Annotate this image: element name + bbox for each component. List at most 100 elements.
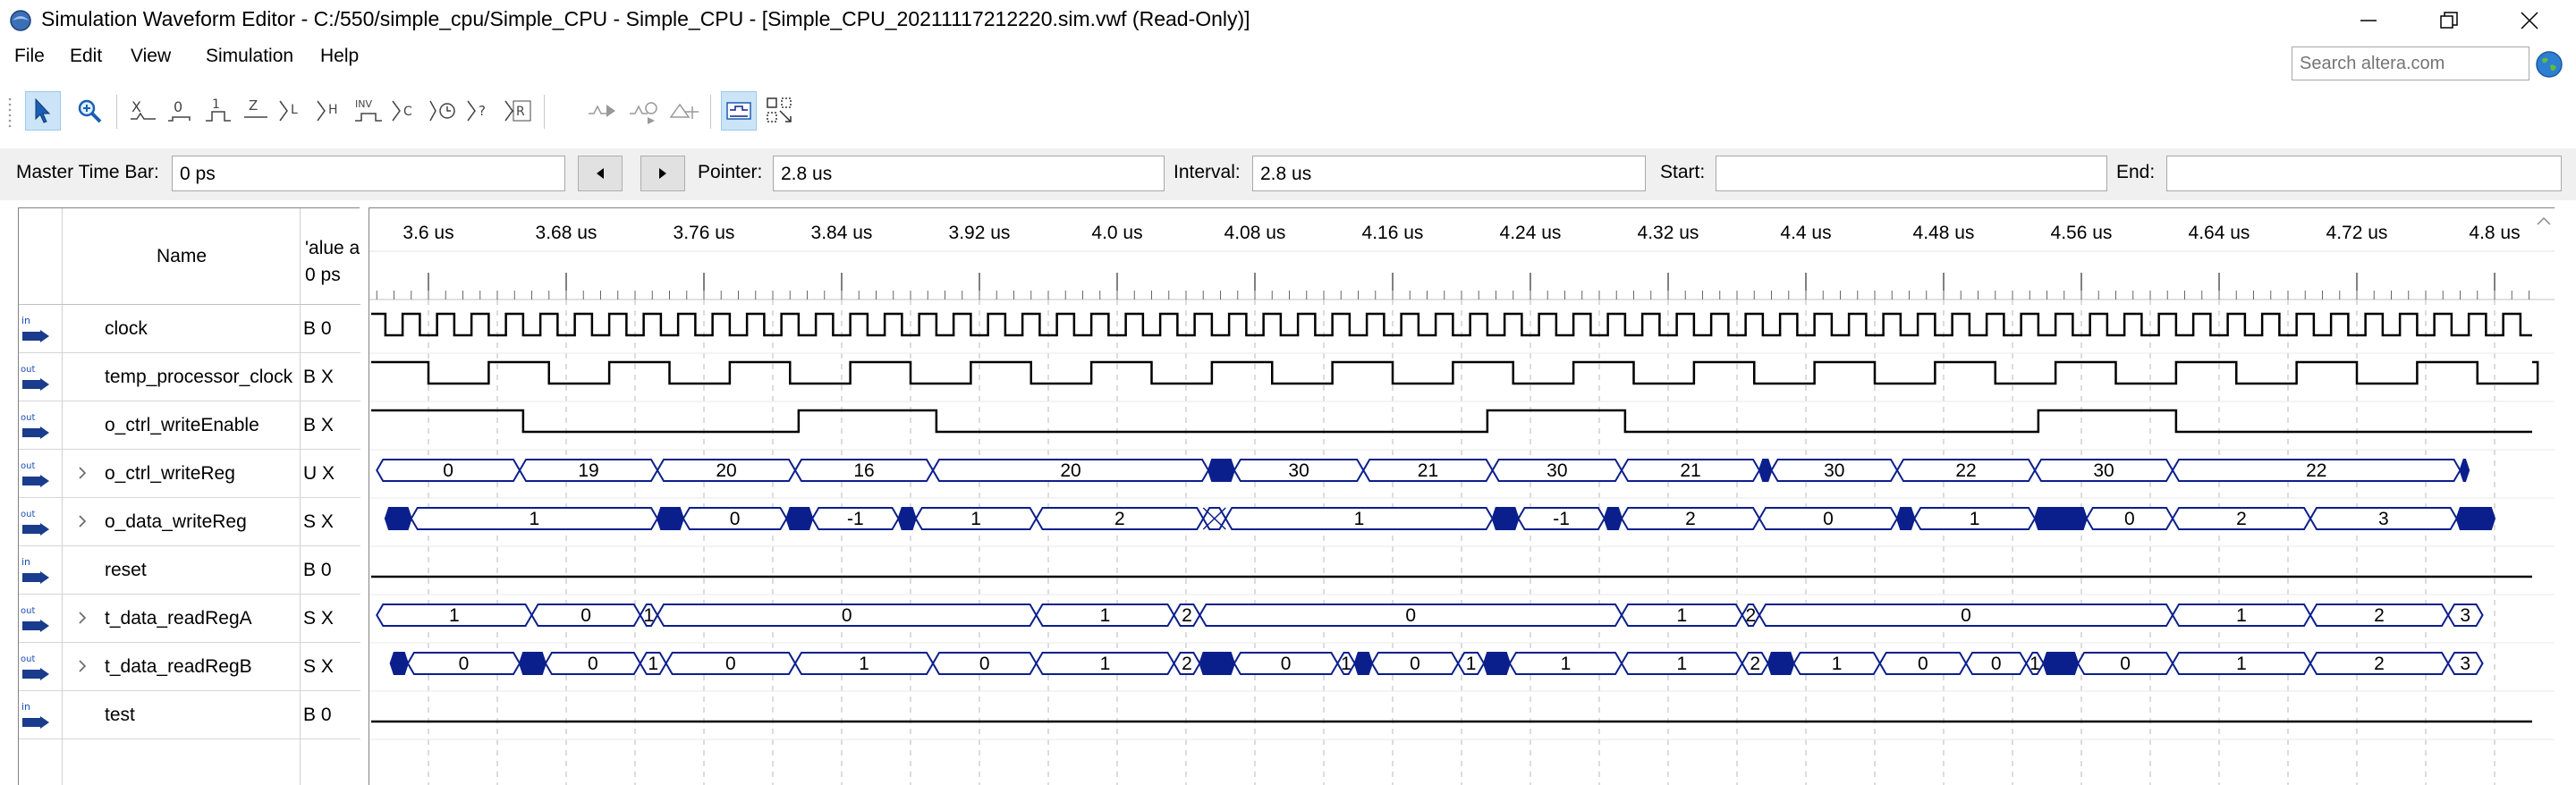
bus-burst (2033, 507, 2088, 530)
arbitrary-value-button[interactable]: ? (463, 91, 499, 131)
bus-burst (1482, 652, 1511, 675)
waveform-canvas[interactable]: 3.6 us 3.68 us 3.76 us 3.84 us 3.92 us 4.0 us… (369, 208, 2555, 785)
bus-burst (656, 507, 684, 530)
pointer-field[interactable]: 2.8 us (773, 156, 1165, 191)
bus-value-label: 0 (2120, 654, 2131, 674)
search-input[interactable] (2292, 47, 2529, 80)
signal-name: temp_processor_clock (105, 367, 293, 387)
snap-to-grid-button[interactable] (762, 91, 798, 131)
signal-value: B 0 (303, 560, 332, 580)
bus-value-label: 2 (1182, 605, 1192, 626)
bus-value-label: 20 (716, 460, 736, 481)
functional-simulation-icon (589, 105, 615, 117)
bus-value-label: 0 (588, 654, 598, 674)
signal-row[interactable]: out t_data_readRegB S X (19, 643, 360, 691)
menu-simulation[interactable]: Simulation (206, 46, 293, 67)
previous-transition-button[interactable] (578, 156, 623, 191)
svg-text:in: in (21, 701, 30, 713)
restore-icon (2440, 12, 2458, 29)
signal-row[interactable]: in clock B 0 (19, 305, 360, 353)
invert-icon: INV (355, 98, 382, 122)
signal-value: U X (303, 463, 335, 484)
master-time-bar-field[interactable]: 0 ps (172, 156, 565, 191)
forcing-low-button[interactable]: 0 (163, 91, 199, 131)
generate-netlist-button[interactable] (667, 91, 703, 131)
scroll-up-icon[interactable] (2533, 211, 2555, 232)
start-field[interactable] (1716, 156, 2107, 191)
write-enable-waveform (371, 409, 2532, 434)
pointer-label: Pointer: (698, 162, 763, 182)
weak-high-button[interactable]: H (313, 91, 349, 131)
menu-edit[interactable]: Edit (70, 46, 102, 67)
chevron-right-icon[interactable] (72, 511, 92, 532)
signal-name: clock (105, 318, 148, 339)
output-pin-icon: out (21, 654, 49, 680)
signal-row[interactable]: out temp_processor_clock B X (19, 353, 360, 401)
bus-value-label: 1 (1100, 654, 1111, 674)
chevron-right-icon[interactable] (72, 462, 92, 484)
forcing-unknown-button[interactable]: X (125, 91, 161, 131)
weak-low-button[interactable]: L (275, 91, 311, 131)
waveform-settings-button[interactable] (721, 91, 757, 131)
signal-row[interactable]: in test B 0 (19, 691, 360, 739)
bus-burst (785, 507, 814, 530)
run-functional-simulation-button[interactable] (585, 91, 621, 131)
waveform-panel[interactable]: 3.6 us 3.68 us 3.76 us 3.84 us 3.92 us 4.0 us… (369, 207, 2555, 785)
window-title: Simulation Waveform Editor - C:/550/simp… (41, 7, 1250, 30)
zoom-tool-button[interactable] (72, 91, 107, 131)
signal-row[interactable]: out t_data_readRegA S X (19, 595, 360, 643)
time-tick-label: 4.32 us (1638, 223, 1699, 243)
waveform-settings-icon (726, 102, 751, 120)
random-value-button[interactable]: R (501, 91, 537, 131)
next-transition-button[interactable] (640, 156, 685, 191)
clock-icon (429, 100, 455, 122)
bus-value-label: 2 (2374, 654, 2385, 674)
time-tick-label: 4.48 us (1913, 223, 1975, 243)
svg-text:L: L (291, 103, 298, 117)
svg-text:H: H (328, 103, 338, 117)
count-value-button[interactable]: C (388, 91, 424, 131)
chevron-right-icon[interactable] (72, 655, 92, 677)
overwrite-clock-button[interactable] (426, 91, 462, 131)
signal-row[interactable]: out o_data_writeReg S X (19, 498, 360, 546)
bus-burst (1895, 507, 1916, 530)
time-tick-label: 4.16 us (1362, 223, 1424, 243)
minimize-button[interactable] (2330, 0, 2407, 41)
selection-tool-button[interactable] (25, 91, 61, 131)
bus-value-label: 21 (1418, 460, 1438, 481)
svg-text:out: out (21, 510, 35, 519)
menu-view[interactable]: View (131, 46, 171, 67)
bus-value-label: 19 (578, 460, 598, 481)
forcing-high-button[interactable]: 1 (200, 91, 236, 131)
bus-value-label: 1 (1354, 509, 1365, 529)
svg-text:out: out (21, 461, 35, 471)
close-button[interactable] (2491, 0, 2568, 41)
signal-name: reset (105, 560, 147, 580)
bus-value-label: 1 (1832, 654, 1843, 674)
menu-file[interactable]: File (14, 46, 45, 67)
menu-bar: File Edit View Simulation Help (0, 41, 2576, 73)
title-bar: Simulation Waveform Editor - C:/550/simp… (0, 0, 2576, 41)
forcing-high-icon: 1 (206, 97, 231, 122)
interval-label: Interval: (1174, 162, 1241, 182)
high-impedance-button[interactable]: Z (238, 91, 274, 131)
signal-list-panel: Name 'alue a 0 ps in clock B 0 out temp_proc… (18, 207, 360, 785)
signal-row[interactable]: in reset B 0 (19, 546, 360, 595)
chevron-right-icon[interactable] (72, 607, 92, 629)
output-pin-icon: out (21, 510, 49, 536)
bus-value-label: 2 (2374, 605, 2385, 626)
name-column-header[interactable]: Name (157, 246, 207, 267)
menu-help[interactable]: Help (320, 46, 359, 67)
value-column-header[interactable]: 'alue a 0 ps (305, 235, 360, 289)
interval-field[interactable]: 2.8 us (1252, 156, 1646, 191)
search-box[interactable] (2292, 46, 2529, 80)
invert-button[interactable]: INV (351, 91, 386, 131)
signal-row[interactable]: out o_ctrl_writeReg U X (19, 450, 360, 498)
run-timing-simulation-button[interactable] (626, 91, 662, 131)
end-field[interactable] (2166, 156, 2562, 191)
globe-icon[interactable] (2535, 50, 2563, 79)
signal-row[interactable]: out o_ctrl_writeEnable B X (19, 401, 360, 450)
restore-button[interactable] (2411, 0, 2487, 41)
toolbar-grip[interactable] (7, 97, 13, 129)
bus-value-label: 2 (1114, 509, 1125, 529)
